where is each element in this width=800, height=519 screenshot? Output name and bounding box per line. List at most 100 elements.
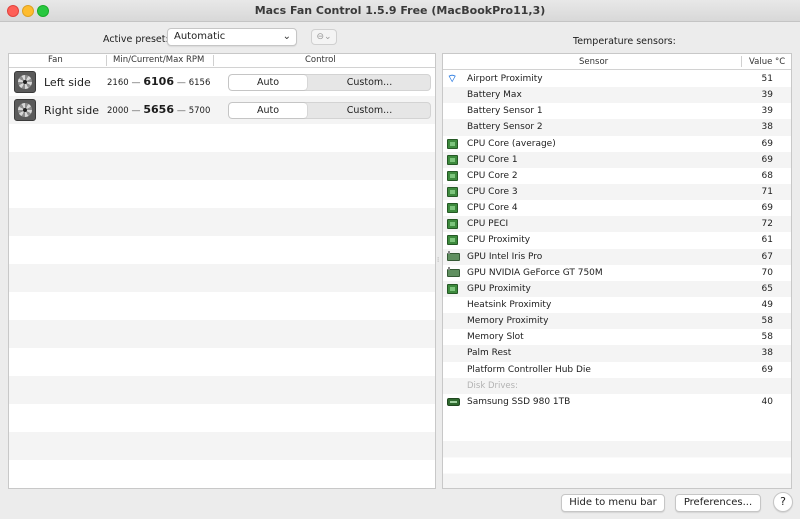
sensor-name: Samsung SSD 980 1TB	[467, 396, 571, 407]
wifi-icon: ⌔	[447, 72, 458, 85]
auto-control-button[interactable]: Auto	[229, 75, 307, 90]
sensor-name: Palm Rest	[467, 348, 512, 359]
fan-icon	[14, 71, 36, 93]
sensor-row[interactable]: CPU Core 1 69	[443, 151, 791, 168]
sensor-name: CPU Proximity	[467, 235, 531, 246]
sensor-group-header: Disk Drives:	[443, 377, 791, 394]
sensor-group-label: Disk Drives:	[467, 380, 518, 391]
sensor-value: 69	[761, 138, 773, 149]
column-divider	[106, 55, 107, 66]
sensor-row[interactable]: Platform Controller Hub Die 69	[443, 362, 791, 378]
sensor-row[interactable]: CPU Core 4 69	[443, 200, 791, 216]
sensor-name: CPU Core 4	[467, 203, 518, 214]
cpu-chip-icon	[447, 138, 458, 149]
sensor-table-body: ⌔ Airport Proximity 51 Battery Max 39 Battery…	[443, 71, 791, 410]
rpm-separator: —	[174, 78, 189, 88]
fan-min-rpm: 2160	[107, 78, 129, 88]
rpm-separator: —	[128, 78, 144, 88]
temperature-sensors-label: Temperature sensors:	[573, 36, 676, 47]
fan-current-rpm: 5656	[143, 103, 174, 116]
hide-to-menu-bar-button[interactable]: Hide to menu bar	[561, 494, 665, 512]
sensor-value: 68	[761, 170, 773, 181]
fan-column-header[interactable]: Fan	[48, 55, 63, 65]
fan-row[interactable]: Right side 2000 — 5656 — 5700 Auto Custom..…	[9, 96, 435, 124]
sensor-value: 51	[761, 74, 773, 84]
fan-row[interactable]: Left side 2160 — 6106 — 6156 Auto Custom...	[9, 68, 435, 96]
sensor-value: 58	[761, 332, 773, 343]
preset-options-button[interactable]: ⊖⌄	[311, 29, 337, 45]
custom-control-button[interactable]: Custom...	[309, 103, 430, 118]
cpu-chip-icon	[447, 186, 458, 197]
ssd-drive-icon	[447, 397, 460, 406]
sensor-value: 38	[761, 348, 773, 359]
sensor-row[interactable]: CPU Core 2 68	[443, 168, 791, 184]
help-button[interactable]: ?	[773, 492, 793, 512]
sensor-value: 72	[761, 219, 773, 230]
fan-rpm-readout: 2000 — 5656 — 5700	[107, 103, 217, 117]
sensor-row[interactable]: CPU Proximity 61	[443, 232, 791, 248]
sensor-name: CPU Core 3	[467, 186, 518, 197]
fan-table: Fan Min/Current/Max RPM Control Left sid…	[8, 53, 436, 489]
sensor-row[interactable]: GPU Intel Iris Pro 67	[443, 248, 791, 265]
sensor-value: 39	[761, 106, 773, 117]
sensor-name: Memory Proximity	[467, 316, 549, 327]
rpm-separator: —	[174, 106, 189, 116]
rpm-separator: —	[128, 106, 144, 116]
sensor-name: CPU PECI	[467, 219, 509, 230]
control-column-header[interactable]: Control	[305, 55, 336, 65]
fan-table-empty-rows	[9, 124, 435, 488]
sensor-row[interactable]: Battery Max 39	[443, 87, 791, 104]
sensor-row[interactable]: GPU Proximity 65	[443, 280, 791, 297]
auto-control-button[interactable]: Auto	[229, 103, 307, 118]
sensor-row[interactable]: ⌔ Airport Proximity 51	[443, 71, 791, 87]
sensor-row[interactable]: CPU Core 3 71	[443, 183, 791, 201]
sensor-value: 67	[761, 251, 773, 262]
title-bar: Macs Fan Control 1.5.9 Free (MacBookPro1…	[0, 0, 800, 22]
sensor-value: 65	[761, 283, 773, 294]
fan-table-header: Fan Min/Current/Max RPM Control	[9, 54, 435, 68]
sensor-value: 40	[761, 396, 773, 407]
preferences-button[interactable]: Preferences...	[675, 494, 761, 512]
fan-name: Right side	[44, 104, 99, 117]
fan-control-segmented: Auto Custom...	[228, 102, 431, 119]
sensor-name: Battery Sensor 2	[467, 122, 543, 133]
sensor-row[interactable]: Samsung SSD 980 1TB 40	[443, 394, 791, 410]
sensor-row[interactable]: Heatsink Proximity 49	[443, 297, 791, 313]
sensor-table: Sensor Value °C ⌔ Airport Proximity 51 Batt…	[442, 53, 792, 489]
sensor-name: GPU Proximity	[467, 283, 531, 294]
sensor-name: CPU Core (average)	[467, 138, 556, 149]
sensor-row[interactable]: Memory Slot 58	[443, 329, 791, 345]
split-view-handle[interactable]: ⁞	[437, 256, 439, 264]
cpu-chip-icon	[447, 235, 458, 246]
sensor-name: Battery Sensor 1	[467, 106, 543, 117]
sensor-row[interactable]: CPU Core (average) 69	[443, 136, 791, 152]
rpm-column-header[interactable]: Min/Current/Max RPM	[113, 55, 204, 65]
sensor-row[interactable]: CPU PECI 72	[443, 216, 791, 233]
sensor-name: Battery Max	[467, 90, 522, 101]
cpu-chip-icon	[447, 283, 458, 294]
sensor-value: 71	[761, 186, 773, 197]
sensor-value: 61	[761, 235, 773, 246]
fan-max-rpm: 5700	[188, 106, 211, 116]
cpu-chip-icon	[447, 219, 458, 230]
fan-max-rpm: 6156	[188, 78, 211, 88]
column-divider	[213, 55, 214, 66]
sensor-row[interactable]: Battery Sensor 1 39	[443, 103, 791, 119]
sensor-row[interactable]: Battery Sensor 2 38	[443, 119, 791, 136]
window-title: Macs Fan Control 1.5.9 Free (MacBookPro1…	[254, 4, 546, 17]
sensor-row[interactable]: GPU NVIDIA GeForce GT 750M 70	[443, 265, 791, 281]
sensor-row[interactable]: Memory Proximity 58	[443, 313, 791, 330]
cpu-chip-icon	[447, 203, 458, 214]
fan-name: Left side	[44, 76, 91, 89]
custom-control-button[interactable]: Custom...	[309, 75, 430, 90]
sensor-value: 69	[761, 203, 773, 214]
sensor-value: 49	[761, 299, 773, 310]
sensor-column-header[interactable]: Sensor	[579, 57, 608, 67]
sensor-value: 58	[761, 316, 773, 327]
value-column-header[interactable]: Value °C	[749, 57, 785, 67]
fan-current-rpm: 6106	[143, 75, 174, 88]
sensor-name: GPU NVIDIA GeForce GT 750M	[467, 267, 603, 278]
active-preset-dropdown[interactable]: Automatic ⌄	[167, 28, 297, 46]
sensor-name: Memory Slot	[467, 332, 524, 343]
sensor-row[interactable]: Palm Rest 38	[443, 345, 791, 362]
